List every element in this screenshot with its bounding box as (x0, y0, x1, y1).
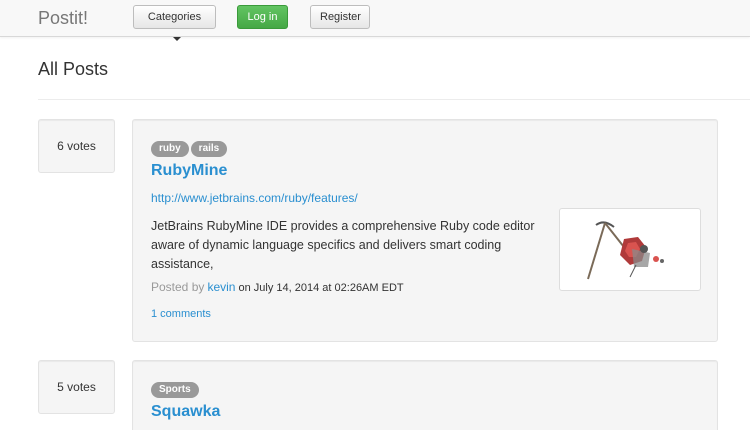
tag-badge[interactable]: rails (190, 141, 228, 157)
page-title: All Posts (38, 59, 109, 79)
author-link[interactable]: kevin (207, 280, 235, 294)
post-url-link[interactable]: http://www.jetbrains.com/ruby/features/ (151, 191, 358, 205)
register-button[interactable]: Register (310, 5, 370, 29)
post-card: Sports Squawka (132, 360, 718, 430)
tag-list: ruby rails (151, 138, 229, 157)
tag-badge[interactable]: ruby (151, 141, 189, 157)
post-description: JetBrains RubyMine IDE provides a compre… (151, 219, 535, 271)
tag-badge[interactable]: Sports (151, 382, 199, 398)
categories-dropdown-button[interactable]: Categories (133, 5, 216, 42)
vote-count: 6 votes (38, 119, 115, 173)
post-meta: Posted by kevin on July 14, 2014 at 02:2… (151, 280, 404, 294)
post-date: on July 14, 2014 at 02:26AM EDT (238, 282, 404, 294)
post-title-link[interactable]: RubyMine (151, 162, 227, 180)
comments-link[interactable]: 1 comments (151, 308, 211, 320)
navbar: Postit! Categories Log in Register (0, 0, 750, 42)
tag-list: Sports (151, 379, 201, 398)
post-card: ruby rails RubyMine http://www.jetbrains.… (132, 119, 718, 342)
pickaxe-gem-image (587, 221, 664, 280)
posted-by-label: Posted by (151, 280, 205, 294)
post-thumbnail[interactable] (559, 208, 701, 291)
caret-down-icon (172, 37, 181, 42)
post-title-link[interactable]: Squawka (151, 403, 220, 421)
divider (38, 99, 750, 100)
login-button[interactable]: Log in (237, 5, 288, 29)
categories-label: Categories (147, 11, 202, 23)
brand-logo[interactable]: Postit! (38, 8, 88, 29)
vote-count: 5 votes (38, 360, 115, 414)
